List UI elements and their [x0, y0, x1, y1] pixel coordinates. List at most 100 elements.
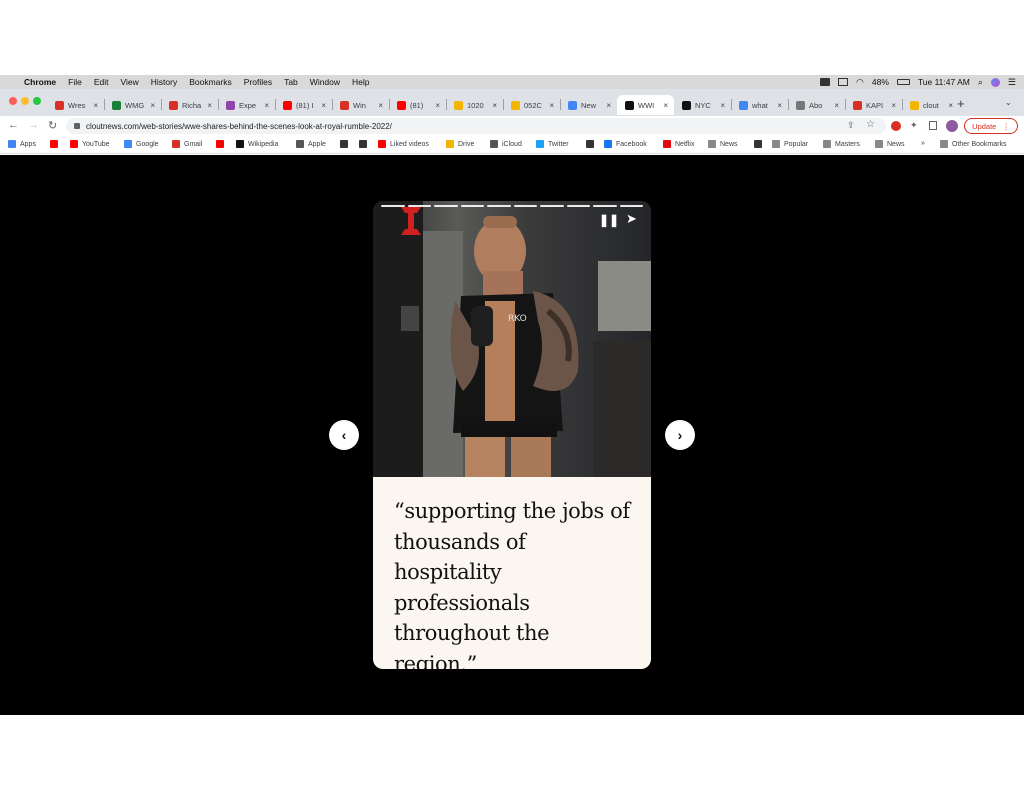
browser-tab[interactable]: New ×: [560, 95, 617, 115]
browser-tab[interactable]: 052C ×: [503, 95, 560, 115]
bookmark-item[interactable]: Drive: [446, 140, 474, 148]
close-window-button[interactable]: [9, 97, 17, 105]
tab-close-icon[interactable]: ×: [264, 101, 269, 110]
browser-tab[interactable]: Abo ×: [788, 95, 845, 115]
more-menu-icon[interactable]: ⋮: [1002, 122, 1010, 131]
browser-tab[interactable]: (81) ×: [389, 95, 446, 115]
tab-close-icon[interactable]: ×: [948, 101, 953, 110]
new-tab-button[interactable]: +: [957, 96, 965, 111]
tab-search-icon[interactable]: ⌄: [1005, 98, 1012, 107]
browser-tab[interactable]: clout ×: [902, 95, 959, 115]
bookmark-item[interactable]: Twitter: [536, 140, 569, 148]
browser-tab[interactable]: Expe ×: [218, 95, 275, 115]
browser-tab[interactable]: KAPI ×: [845, 95, 902, 115]
reading-list-icon[interactable]: [929, 121, 937, 130]
bookmark-item[interactable]: Netflix: [663, 140, 694, 148]
bookmark-item[interactable]: [50, 140, 62, 148]
browser-tab[interactable]: what ×: [731, 95, 788, 115]
menu-history[interactable]: History: [151, 77, 177, 87]
menu-window[interactable]: Window: [310, 77, 340, 87]
menu-file[interactable]: File: [68, 77, 82, 87]
bookmark-item[interactable]: Popular: [772, 140, 808, 148]
browser-tab[interactable]: Wres ×: [47, 95, 104, 115]
meet-icon[interactable]: [820, 78, 831, 86]
bookmark-item[interactable]: Facebook: [604, 140, 647, 148]
bookmark-item[interactable]: [359, 140, 371, 148]
tab-close-icon[interactable]: ×: [435, 101, 440, 110]
url-text[interactable]: cloutnews.com/web-stories/wwe-shares-beh…: [86, 122, 392, 131]
browser-tab[interactable]: WMG ×: [104, 95, 161, 115]
reload-icon[interactable]: ↻: [48, 119, 57, 132]
bookmark-item[interactable]: »: [921, 140, 925, 147]
browser-tab[interactable]: (81) I ×: [275, 95, 332, 115]
extension-red-icon[interactable]: [891, 121, 901, 131]
tab-close-icon[interactable]: ×: [207, 101, 212, 110]
airplay-icon[interactable]: [838, 78, 849, 86]
update-button[interactable]: Update ⋮: [964, 118, 1018, 134]
control-center-icon[interactable]: ☰: [1008, 77, 1016, 88]
bookmark-item[interactable]: iCloud: [490, 140, 522, 148]
previous-story-button[interactable]: ‹: [329, 420, 359, 450]
clock[interactable]: Tue 11:47 AM: [918, 77, 970, 87]
browser-tab[interactable]: WWI ×: [617, 95, 674, 115]
menu-tab[interactable]: Tab: [284, 77, 298, 87]
tab-favicon-icon: [454, 100, 463, 110]
tab-close-icon[interactable]: ×: [777, 101, 782, 110]
bookmark-item[interactable]: Liked videos: [378, 140, 429, 148]
zoom-window-button[interactable]: [33, 97, 41, 105]
tab-close-icon[interactable]: ×: [321, 101, 326, 110]
pause-icon[interactable]: ❚❚: [599, 213, 619, 227]
siri-icon[interactable]: [990, 77, 1000, 87]
bookmark-item[interactable]: News: [875, 140, 905, 148]
share-send-icon[interactable]: ➤: [626, 211, 637, 227]
profile-avatar[interactable]: [946, 120, 958, 132]
bookmark-item[interactable]: [586, 140, 598, 148]
bookmark-star-icon[interactable]: ☆: [866, 119, 875, 130]
tab-close-icon[interactable]: ×: [663, 101, 668, 110]
next-story-button[interactable]: ›: [665, 420, 695, 450]
share-icon[interactable]: ⇪: [847, 120, 855, 131]
bookmark-item[interactable]: Wikipedia: [236, 140, 278, 148]
bookmark-item[interactable]: News: [708, 140, 738, 148]
minimize-window-button[interactable]: [21, 97, 29, 105]
bookmark-item[interactable]: Apple: [296, 140, 326, 148]
menu-edit[interactable]: Edit: [94, 77, 109, 87]
story-card[interactable]: RKO ❚❚ ➤ “supporting the jobs of thousan…: [373, 201, 651, 669]
bookmark-item[interactable]: Other Bookmarks: [940, 140, 1006, 148]
browser-tab[interactable]: NYC ×: [674, 95, 731, 115]
bookmark-item[interactable]: Google: [124, 140, 159, 148]
search-icon[interactable]: ⌕: [978, 77, 983, 88]
tab-close-icon[interactable]: ×: [150, 101, 155, 110]
browser-tab[interactable]: Richa ×: [161, 95, 218, 115]
bookmark-item[interactable]: Gmail: [172, 140, 202, 148]
bookmark-item[interactable]: YouTube: [70, 140, 110, 148]
tab-close-icon[interactable]: ×: [720, 101, 725, 110]
tab-close-icon[interactable]: ×: [891, 101, 896, 110]
tab-close-icon[interactable]: ×: [606, 101, 611, 110]
tab-close-icon[interactable]: ×: [378, 101, 383, 110]
menu-view[interactable]: View: [120, 77, 138, 87]
battery-icon[interactable]: [896, 79, 910, 85]
tab-close-icon[interactable]: ×: [93, 101, 98, 110]
bookmark-item[interactable]: [754, 140, 766, 148]
menu-profiles[interactable]: Profiles: [244, 77, 272, 87]
bookmark-item[interactable]: Apps: [8, 140, 36, 148]
address-bar[interactable]: cloutnews.com/web-stories/wwe-shares-beh…: [66, 118, 886, 134]
menu-help[interactable]: Help: [352, 77, 369, 87]
menu-app-name[interactable]: Chrome: [24, 77, 56, 87]
menu-bookmarks[interactable]: Bookmarks: [189, 77, 232, 87]
bookmark-item[interactable]: [340, 140, 352, 148]
browser-tab[interactable]: 1020 ×: [446, 95, 503, 115]
tab-close-icon[interactable]: ×: [492, 101, 497, 110]
tab-close-icon[interactable]: ×: [834, 101, 839, 110]
bookmark-item[interactable]: [216, 140, 228, 148]
browser-tab[interactable]: Win ×: [332, 95, 389, 115]
extensions-puzzle-icon[interactable]: ✦: [910, 120, 918, 131]
forward-icon[interactable]: →: [28, 119, 39, 131]
tab-close-icon[interactable]: ×: [549, 101, 554, 110]
lock-icon[interactable]: [74, 123, 80, 129]
bookmark-item[interactable]: Masters: [823, 140, 860, 148]
tab-label: WMG: [125, 100, 145, 110]
wifi-icon[interactable]: ◠: [856, 77, 864, 88]
back-icon[interactable]: ←: [8, 119, 19, 131]
